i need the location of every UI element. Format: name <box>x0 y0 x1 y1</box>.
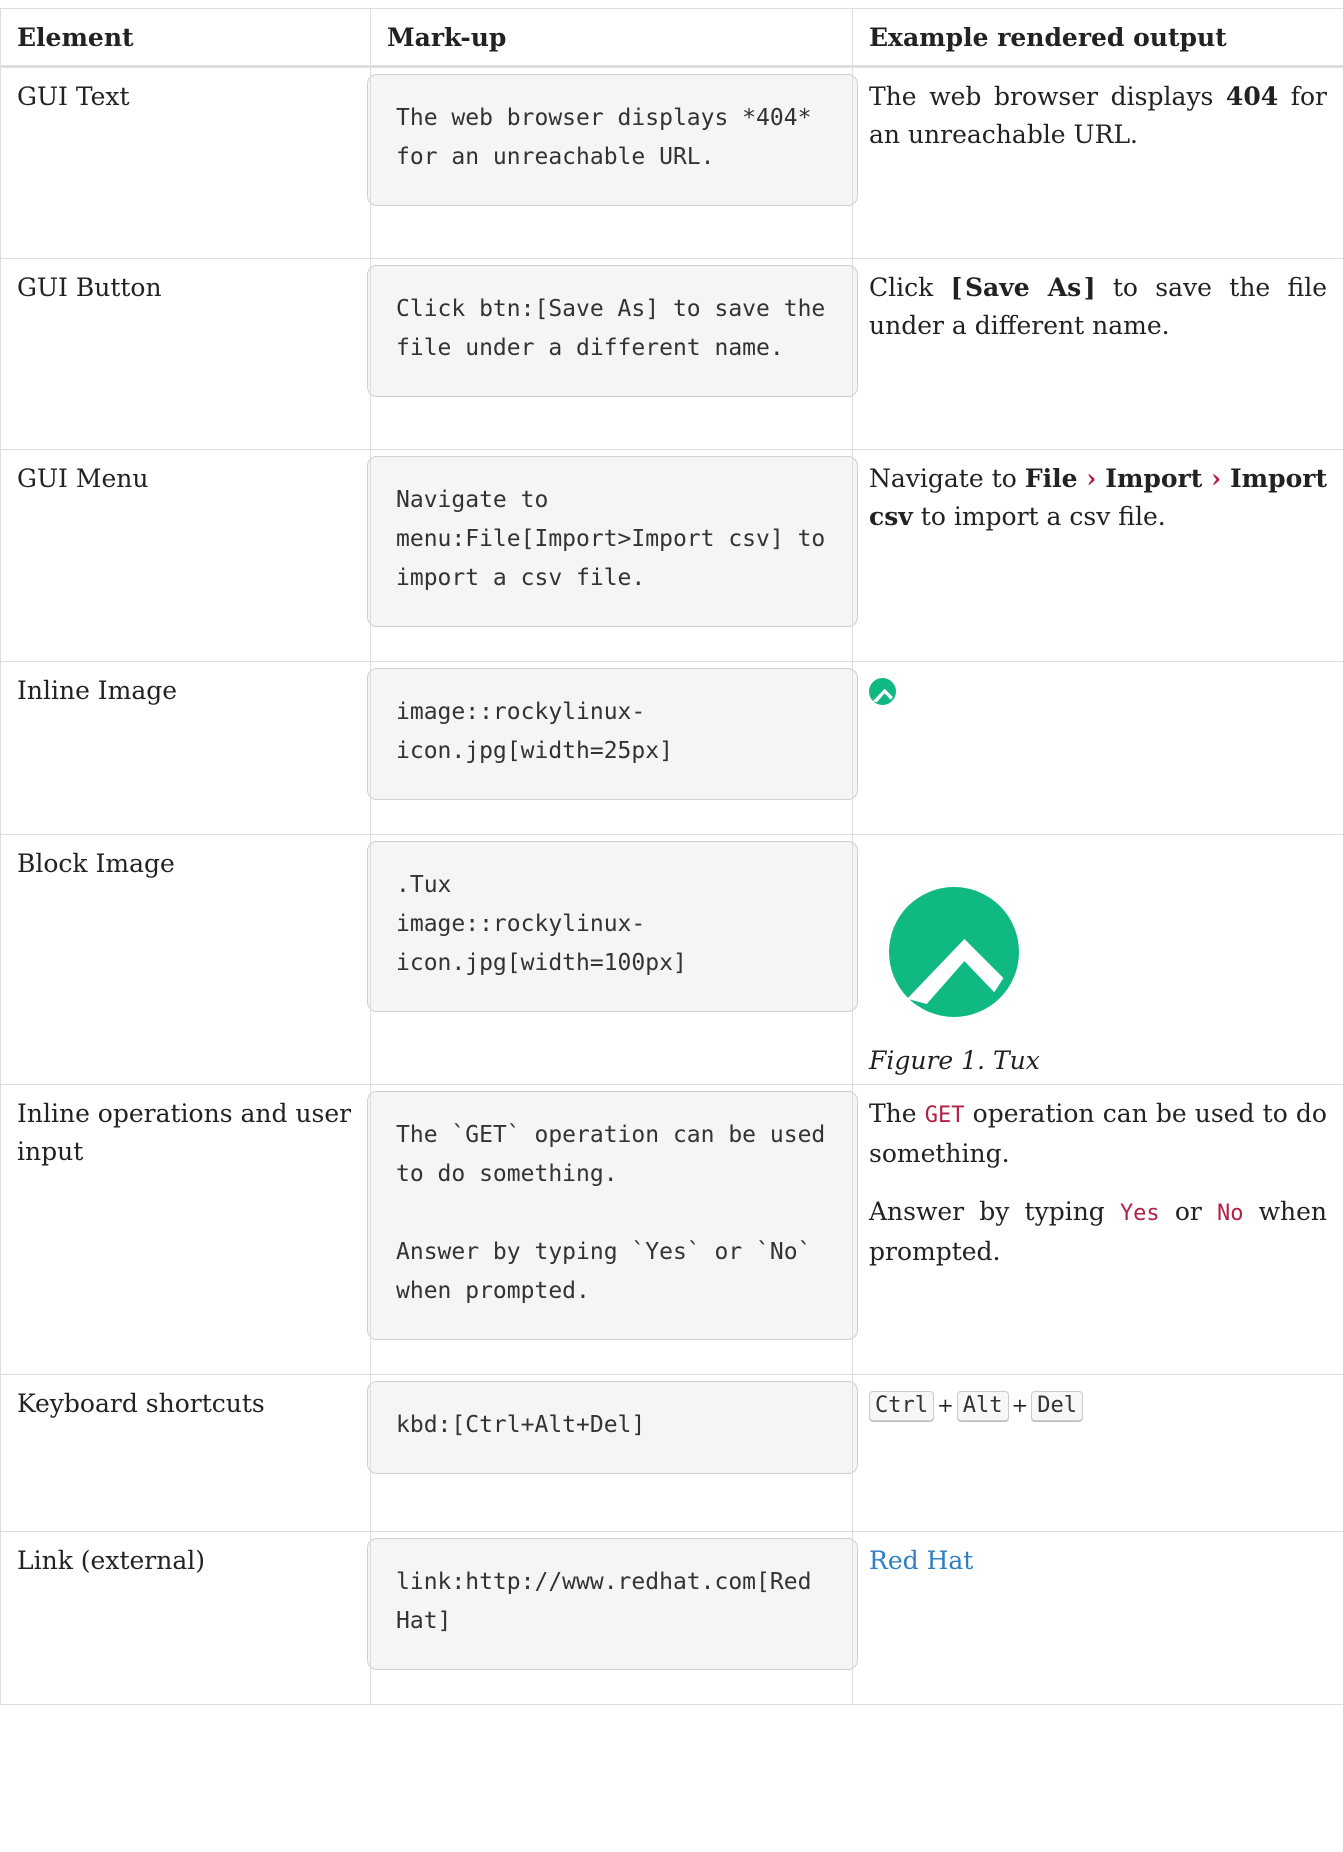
element-cell: GUI Menu <box>0 449 371 662</box>
text-run: The <box>869 1099 925 1128</box>
markup-cell: The web browser displays *404* for an un… <box>367 66 858 259</box>
markup-cell: The `GET` operation can be used to do so… <box>367 1084 858 1375</box>
header-element: Element <box>0 8 371 68</box>
code-line: Click btn:[Save As] to save the file und… <box>396 296 840 361</box>
key-plus: + <box>936 1393 954 1417</box>
code-line: Answer by typing `Yes` or `No` when prom… <box>396 1239 826 1304</box>
rendered-paragraph: Answer by typing Yes or No when prompted… <box>869 1193 1327 1271</box>
table-row: Inline Image image::rockylinux-icon.jpg[… <box>0 661 1343 835</box>
rendered-cell <box>852 661 1343 835</box>
key-ctrl: Ctrl <box>869 1391 934 1421</box>
text-run: or <box>1159 1197 1217 1226</box>
rendered-cell: Ctrl + Alt + Del <box>852 1374 1343 1532</box>
rendered-cell: Click [ Save As ] to save the file under… <box>852 258 1343 450</box>
code-block: The `GET` operation can be used to do so… <box>367 1091 858 1340</box>
code-block: .Tux image::rockylinux-icon.jpg[width=10… <box>367 841 858 1012</box>
element-cell: Keyboard shortcuts <box>0 1374 371 1532</box>
rendered-paragraph: Click [ Save As ] to save the file under… <box>869 269 1327 345</box>
text-run: Answer by typing <box>869 1197 1120 1226</box>
header-markup: Mark-up <box>370 8 853 68</box>
key-plus: + <box>1011 1393 1029 1417</box>
gui-text-strong: 404 <box>1225 82 1279 111</box>
button-label: Save As <box>964 273 1082 302</box>
element-cell: Inline Image <box>0 661 371 835</box>
header-rendered-output: Example rendered output <box>852 8 1343 68</box>
table-row: GUI Menu Navigate to menu:File[Import>Im… <box>0 449 1343 662</box>
code-block: The web browser displays *404* for an un… <box>367 74 858 206</box>
markup-reference-table: Element Mark-up Example rendered output … <box>0 8 1343 1705</box>
markup-cell: Navigate to menu:File[Import>Import csv]… <box>367 449 858 662</box>
rendered-cell: Figure 1. Tux <box>852 834 1343 1085</box>
code-line: link:http://www.redhat.com[Red Hat] <box>396 1569 826 1634</box>
text-run: to import a csv file. <box>912 502 1166 531</box>
menu-item-import: Import <box>1105 464 1203 493</box>
markup-cell: image::rockylinux-icon.jpg[width=25px] <box>367 661 858 835</box>
block-image-figure: Figure 1. Tux <box>869 859 1327 1080</box>
menu-item-file: File <box>1024 464 1078 493</box>
table-row: Link (external) link:http://www.redhat.c… <box>0 1531 1343 1705</box>
inline-image-wrap <box>869 678 1327 716</box>
figure-caption: Figure 1. Tux <box>869 1046 1040 1075</box>
table-row: GUI Text The web browser displays *404* … <box>0 66 1343 259</box>
markup-cell: .Tux image::rockylinux-icon.jpg[width=10… <box>367 834 858 1085</box>
inline-code-get: GET <box>924 1103 965 1128</box>
menu-caret-icon: › <box>1086 464 1097 493</box>
inline-code-no: No <box>1216 1201 1244 1226</box>
text-run: Navigate to <box>869 464 1025 493</box>
rendered-cell: The web browser displays 404 for an unre… <box>852 66 1343 259</box>
rendered-cell: Red Hat <box>852 1531 1343 1705</box>
text-run: The web browser displays <box>869 82 1226 111</box>
code-block: kbd:[Ctrl+Alt+Del] <box>367 1381 858 1474</box>
code-line: The `GET` operation can be used to do so… <box>396 1122 840 1187</box>
code-block: image::rockylinux-icon.jpg[width=25px] <box>367 668 858 800</box>
element-cell: GUI Text <box>0 66 371 259</box>
rendered-paragraph: The GET operation can be used to do some… <box>869 1095 1327 1173</box>
code-line: The web browser displays *404* for an un… <box>396 105 826 170</box>
element-cell: Link (external) <box>0 1531 371 1705</box>
element-cell: GUI Button <box>0 258 371 450</box>
element-cell: Inline operations and user input <box>0 1084 371 1375</box>
markup-cell: kbd:[Ctrl+Alt+Del] <box>367 1374 858 1532</box>
rendered-paragraph: Navigate to File › Import › Import csv t… <box>869 460 1327 536</box>
rendered-cell: The GET operation can be used to do some… <box>852 1084 1343 1375</box>
gui-button-sample[interactable]: [ Save As ] <box>951 273 1096 302</box>
code-block: Navigate to menu:File[Import>Import csv]… <box>367 456 858 627</box>
button-bracket-close: ] <box>1083 273 1096 302</box>
key-alt: Alt <box>956 1391 1009 1421</box>
table-row: GUI Button Click btn:[Save As] to save t… <box>0 258 1343 450</box>
key-del: Del <box>1031 1391 1084 1421</box>
markup-cell: link:http://www.redhat.com[Red Hat] <box>367 1531 858 1705</box>
code-block: link:http://www.redhat.com[Red Hat] <box>367 1538 858 1670</box>
code-line: .Tux image::rockylinux-icon.jpg[width=10… <box>396 872 687 976</box>
table-row: Keyboard shortcuts kbd:[Ctrl+Alt+Del] Ct… <box>0 1374 1343 1532</box>
code-line: image::rockylinux-icon.jpg[width=25px] <box>396 699 673 764</box>
table-header-row: Element Mark-up Example rendered output <box>0 8 1343 68</box>
menu-caret-icon: › <box>1211 464 1222 493</box>
text-run: Click <box>869 273 951 302</box>
code-line: kbd:[Ctrl+Alt+Del] <box>396 1412 646 1438</box>
button-bracket-open: [ <box>950 273 963 302</box>
rendered-cell: Navigate to File › Import › Import csv t… <box>852 449 1343 662</box>
code-block: Click btn:[Save As] to save the file und… <box>367 265 858 397</box>
keyboard-combo: Ctrl + Alt + Del <box>869 1385 1327 1424</box>
code-line: Navigate to menu:File[Import>Import csv]… <box>396 487 840 591</box>
table-row: Block Image .Tux image::rockylinux-icon.… <box>0 834 1343 1085</box>
rocky-linux-logo-icon <box>869 678 896 705</box>
external-link-red-hat[interactable]: Red Hat <box>869 1546 973 1575</box>
rendered-paragraph: The web browser displays 404 for an unre… <box>869 78 1327 154</box>
rocky-linux-logo-icon <box>889 887 1019 1017</box>
inline-code-yes: Yes <box>1119 1201 1160 1226</box>
markup-cell: Click btn:[Save As] to save the file und… <box>367 258 858 450</box>
table-row: Inline operations and user input The `GE… <box>0 1084 1343 1375</box>
element-cell: Block Image <box>0 834 371 1085</box>
